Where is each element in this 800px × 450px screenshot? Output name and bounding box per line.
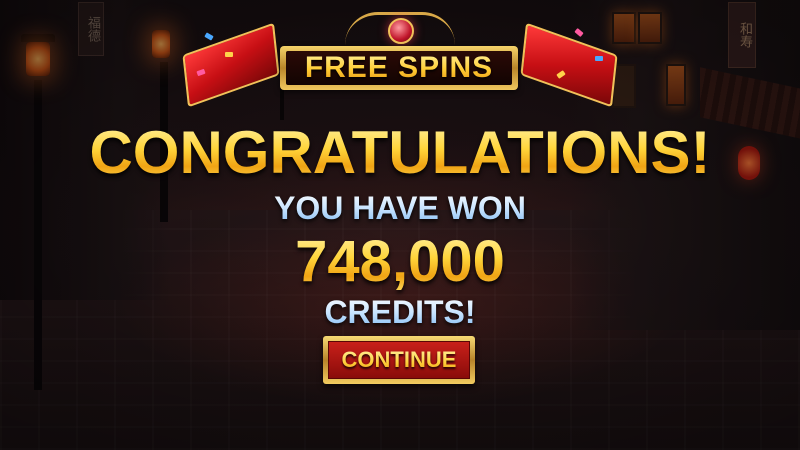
confetti [574,28,584,37]
free-spins-banner: FREE SPINS [182,12,618,108]
credits-label: CREDITS! [0,294,800,331]
banner-plate: FREE SPINS [280,46,518,90]
you-have-won-text: YOU HAVE WON [0,190,800,227]
win-amount: 748,000 [0,228,800,295]
banner-title: FREE SPINS [304,51,494,84]
confetti [204,32,214,41]
confetti [595,56,603,61]
gem-icon [388,18,414,44]
continue-button[interactable]: CONTINUE [323,336,475,384]
congratulations-heading: CONGRATULATIONS! [0,118,800,187]
confetti [225,52,233,57]
continue-label: CONTINUE [341,347,457,372]
